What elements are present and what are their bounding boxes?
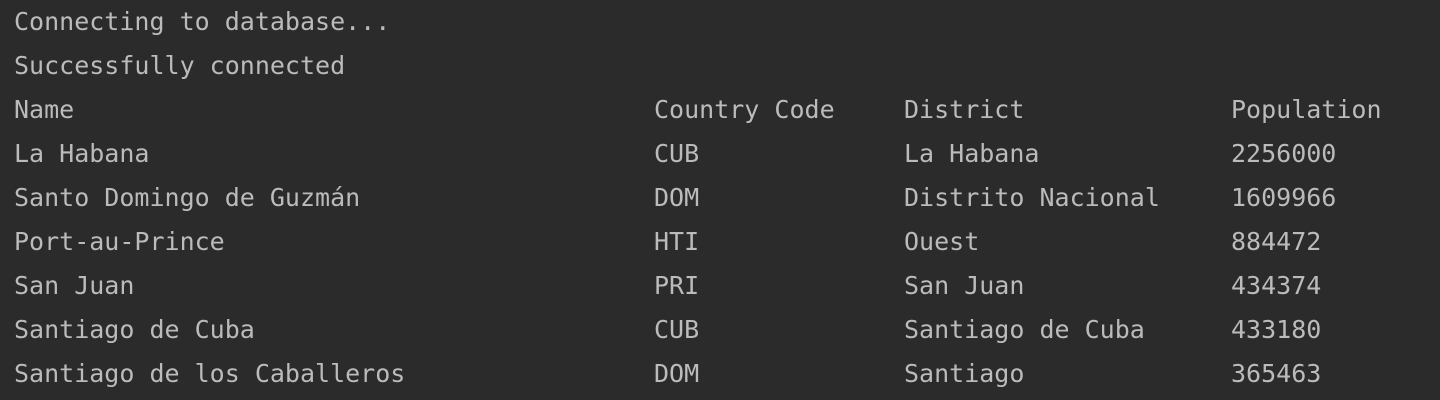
table-row: Santiago de Cuba CUB Santiago de Cuba 43…	[0, 308, 1440, 352]
cell-name: Santiago de Cuba	[14, 315, 255, 344]
cell-district: Ouest	[904, 227, 980, 256]
header-name: Name	[14, 95, 75, 124]
cell-country-code: DOM	[654, 183, 700, 212]
cell-name: La Habana	[14, 139, 150, 168]
table-row: San Juan PRI San Juan 434374	[0, 264, 1440, 308]
header-country-code: Country Code	[654, 95, 835, 124]
table-header-row: Name Country Code District Population	[0, 88, 1440, 132]
cell-population: 1609966	[1231, 183, 1337, 212]
cell-country-code: DOM	[654, 359, 700, 388]
table-row: Santiago de los Caballeros DOM Santiago …	[0, 352, 1440, 396]
cell-population: 434374	[1231, 271, 1322, 300]
cell-name: San Juan	[14, 271, 135, 300]
cell-population: 433180	[1231, 315, 1322, 344]
cell-name: Port-au-Prince	[14, 227, 225, 256]
cell-district: San Juan	[904, 271, 1025, 300]
cell-district: Santiago	[904, 359, 1025, 388]
cell-district: La Habana	[904, 139, 1040, 168]
cell-country-code: PRI	[654, 271, 700, 300]
cell-country-code: HTI	[654, 227, 700, 256]
cell-name: Santiago de los Caballeros	[14, 359, 406, 388]
header-district: District	[904, 95, 1025, 124]
cell-population: 2256000	[1231, 139, 1337, 168]
table-row: Santo Domingo de Guzmán DOM Distrito Nac…	[0, 176, 1440, 220]
cell-population: 884472	[1231, 227, 1322, 256]
status-message-connecting: Connecting to database...	[14, 7, 391, 36]
status-message-connected: Successfully connected	[14, 51, 346, 80]
cell-country-code: CUB	[654, 315, 700, 344]
cell-country-code: CUB	[654, 139, 700, 168]
table-row: La Habana CUB La Habana 2256000	[0, 132, 1440, 176]
cell-population: 365463	[1231, 359, 1322, 388]
cell-name: Santo Domingo de Guzmán	[14, 183, 361, 212]
cell-district: Distrito Nacional	[904, 183, 1160, 212]
cell-district: Santiago de Cuba	[904, 315, 1145, 344]
header-population: Population	[1231, 95, 1382, 124]
table-row: Port-au-Prince HTI Ouest 884472	[0, 220, 1440, 264]
console-output[interactable]: Connecting to database... Successfully c…	[0, 0, 1440, 400]
